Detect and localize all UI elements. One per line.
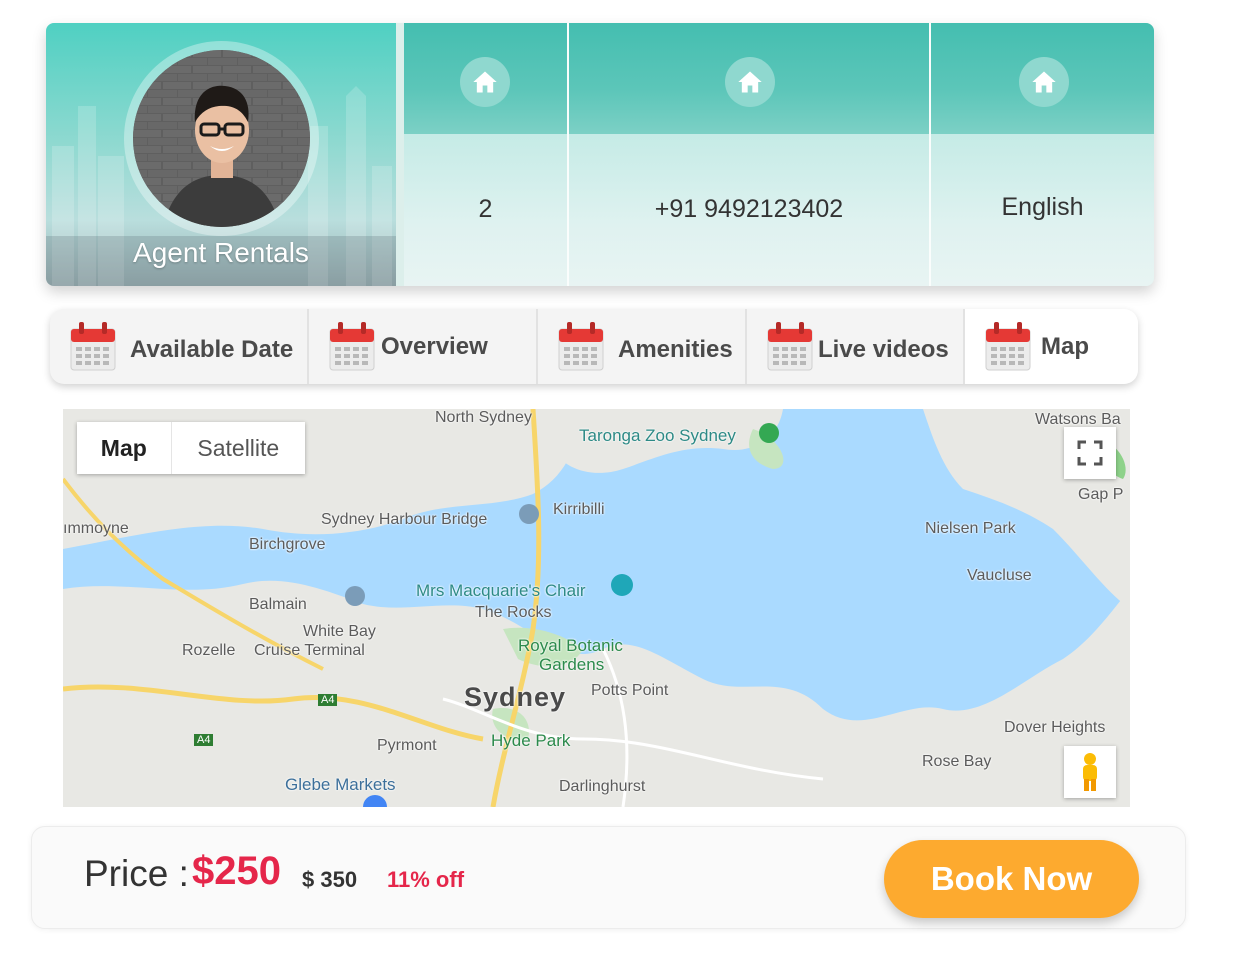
map-label: Dover Heights bbox=[1004, 719, 1106, 736]
map-label: Taronga Zoo Sydney bbox=[579, 426, 736, 445]
price-bar: Price : $250 $ 350 11% off Book Now bbox=[31, 826, 1186, 929]
info-value-rooms: 2 bbox=[478, 195, 493, 223]
map-label: Potts Point bbox=[591, 682, 669, 699]
map-label: Pyrmont bbox=[377, 737, 437, 754]
map-label: White Bay bbox=[303, 623, 376, 640]
home-icon bbox=[460, 57, 510, 107]
tab-label: Map bbox=[1041, 333, 1089, 360]
map-label: Watsons Ba bbox=[1035, 411, 1121, 428]
price-current: $250 bbox=[192, 849, 281, 893]
home-icon bbox=[725, 57, 775, 107]
tab-available-date[interactable]: Available Date bbox=[50, 309, 309, 384]
pegman-icon bbox=[1083, 753, 1097, 791]
calendar-icon bbox=[70, 322, 116, 371]
map-label-sydney: Sydney bbox=[464, 682, 567, 712]
map-label: ımmoyne bbox=[63, 520, 129, 537]
map-view[interactable]: Map Satellite North Sydney Taronga Zoo S… bbox=[63, 409, 1130, 807]
tab-label: Live videos bbox=[818, 336, 949, 363]
agent-card: Agent Rentals 2 +91 9492123402 English bbox=[46, 23, 1154, 286]
tab-live-videos[interactable]: Live videos bbox=[747, 309, 965, 384]
calendar-icon bbox=[985, 322, 1031, 371]
calendar-icon bbox=[329, 322, 375, 371]
map-label: North Sydney bbox=[435, 409, 532, 426]
map-label: Darlinghurst bbox=[559, 778, 646, 795]
map-label: Hyde Park bbox=[491, 731, 571, 750]
price-original: $ 350 bbox=[302, 867, 358, 892]
tab-label: Amenities bbox=[618, 336, 733, 363]
tab-overview[interactable]: Overview bbox=[309, 309, 538, 384]
tab-amenities[interactable]: Amenities bbox=[538, 309, 747, 384]
agent-name: Agent Rentals bbox=[133, 237, 309, 268]
map-type-satellite-button[interactable]: Satellite bbox=[172, 422, 305, 474]
map-label: Mrs Macquarie's Chair bbox=[416, 581, 586, 600]
map-type-toggle: Map Satellite bbox=[77, 422, 305, 474]
map-label: Royal Botanic bbox=[518, 636, 623, 655]
map-label: The Rocks bbox=[475, 604, 552, 621]
map-label: Vaucluse bbox=[967, 567, 1032, 584]
map-label: Birchgrove bbox=[249, 536, 326, 553]
info-value-language: English bbox=[1001, 193, 1084, 221]
home-icon bbox=[1019, 57, 1069, 107]
calendar-icon bbox=[558, 322, 604, 371]
agent-avatar bbox=[133, 50, 310, 227]
map-label: Glebe Markets bbox=[285, 775, 396, 794]
tab-label: Overview bbox=[381, 333, 488, 360]
street-view-pegman-button[interactable] bbox=[1064, 746, 1116, 798]
map-label: Sydney Harbour Bridge bbox=[321, 511, 488, 528]
map-label: Cruise Terminal bbox=[254, 642, 365, 659]
info-rooms: 2 bbox=[404, 23, 567, 286]
map-type-map-button[interactable]: Map bbox=[77, 422, 172, 474]
info-value-phone: +91 9492123402 bbox=[654, 195, 844, 223]
details-tabs: Available Date Overview Amenities Live v… bbox=[50, 309, 1138, 384]
fullscreen-button[interactable] bbox=[1064, 427, 1116, 479]
map-label: Gardens bbox=[539, 655, 605, 674]
map-label: Rozelle bbox=[182, 642, 236, 659]
map-road-shield: A4 bbox=[318, 694, 338, 706]
price-discount: 11% off bbox=[387, 867, 465, 892]
book-now-button[interactable]: Book Now bbox=[884, 840, 1139, 918]
map-label: Nielsen Park bbox=[925, 520, 1016, 537]
price-label: Price : bbox=[84, 853, 189, 894]
info-language: English bbox=[931, 23, 1154, 286]
calendar-icon bbox=[767, 322, 813, 371]
info-phone: +91 9492123402 bbox=[569, 23, 929, 286]
agent-photo-panel: Agent Rentals bbox=[46, 23, 396, 286]
map-label: Rose Bay bbox=[922, 753, 992, 770]
tab-label: Available Date bbox=[130, 336, 294, 363]
map-label: Balmain bbox=[249, 596, 307, 613]
map-label: Kirribilli bbox=[553, 501, 605, 518]
map-label: Gap P bbox=[1078, 486, 1124, 503]
map-road-shield: A4 bbox=[194, 734, 214, 746]
fullscreen-icon bbox=[1077, 440, 1103, 466]
agent-info-grid: 2 +91 9492123402 English bbox=[404, 23, 1154, 286]
tab-map[interactable]: Map bbox=[965, 309, 1138, 384]
